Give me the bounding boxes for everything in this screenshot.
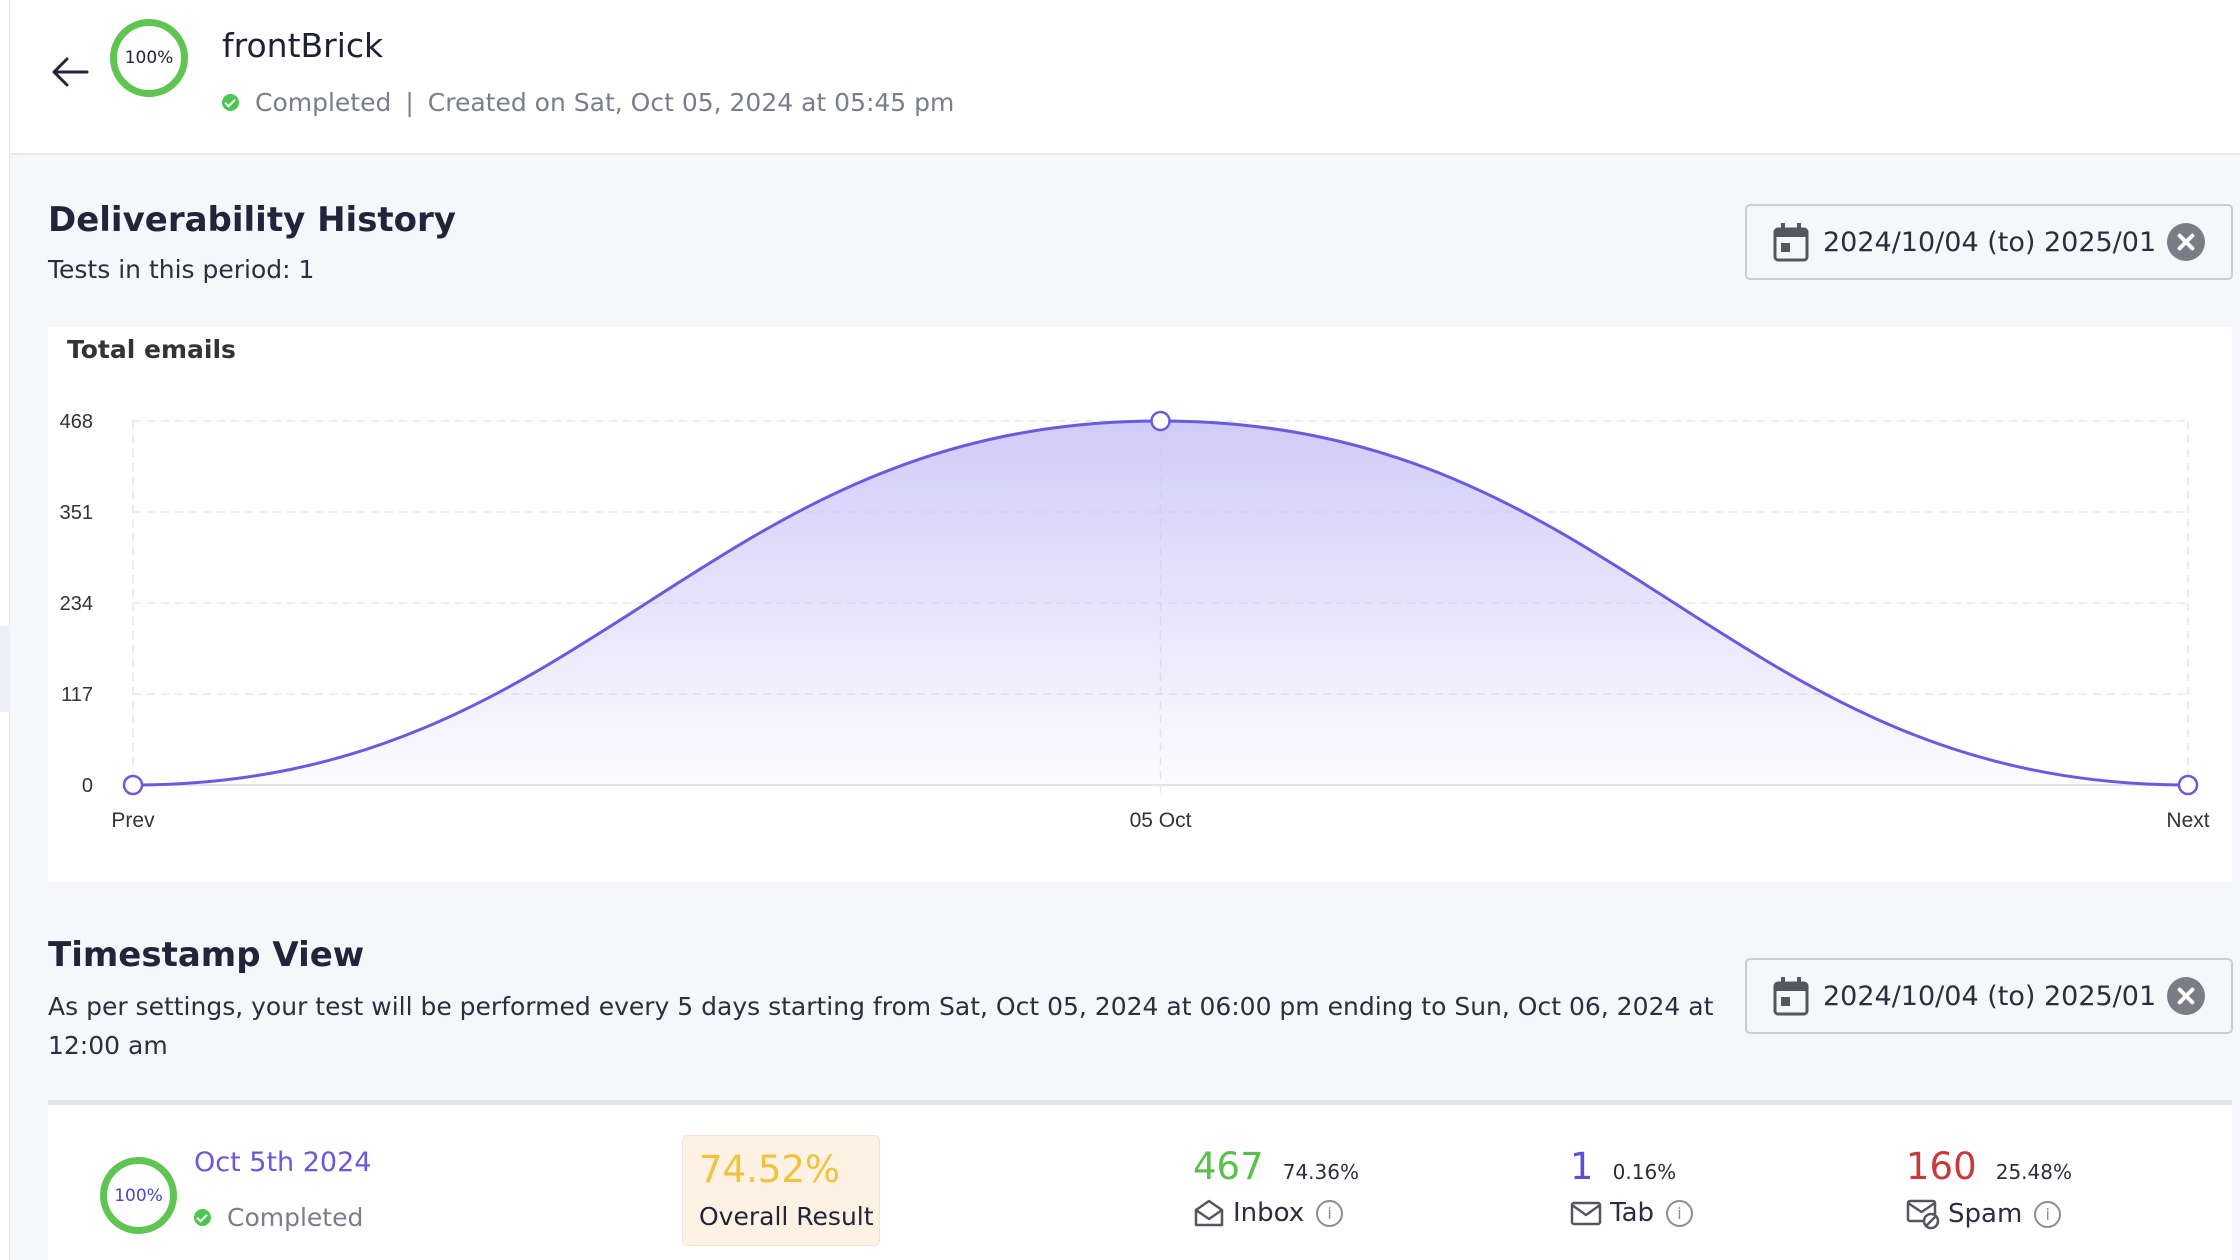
result-progress-label: 100%: [114, 1185, 163, 1206]
timestamp-description: As per settings, your test will be perfo…: [48, 992, 1714, 1060]
info-icon[interactable]: i: [2034, 1200, 2062, 1228]
area-chart: 0 117 234 351 468 Prev 05 Oct Next: [60, 410, 2210, 832]
envelope-icon: [1570, 1201, 1602, 1226]
result-status: Completed: [194, 1203, 363, 1232]
spam-envelope-icon: [1906, 1199, 1940, 1230]
y-tick-label: 117: [61, 684, 93, 706]
overall-label: Overall Result: [699, 1202, 874, 1231]
y-tick-label: 468: [60, 411, 93, 433]
y-tick-label: 234: [60, 593, 93, 615]
calendar-icon: [1773, 223, 1809, 262]
info-icon[interactable]: i: [1666, 1199, 1694, 1227]
history-date-text: 2024/10/04 (to) 2025/01/26: [1823, 226, 2155, 258]
rail-tab[interactable]: [0, 626, 10, 712]
progress-ring: 100%: [110, 19, 188, 97]
spam-label: Spam: [1948, 1199, 2023, 1229]
spam-stat: 160 25.48% Spam i: [1906, 1145, 2072, 1230]
meta-separator: |: [405, 88, 414, 117]
result-date[interactable]: Oct 5th 2024: [194, 1147, 371, 1178]
chart-title: Total emails: [67, 335, 236, 364]
data-point: [2177, 774, 2199, 796]
tab-count: 1: [1570, 1145, 1594, 1188]
result-status-text: Completed: [227, 1203, 364, 1232]
created-date: Created on Sat, Oct 05, 2024 at 05:45 pm: [427, 88, 955, 117]
inbox-label: Inbox: [1233, 1198, 1305, 1228]
history-heading: Deliverability History: [48, 200, 456, 240]
back-arrow-icon[interactable]: [47, 52, 93, 92]
result-card[interactable]: 100% Oct 5th 2024 Completed 74.52% Overa…: [48, 1100, 2232, 1260]
clear-date-icon[interactable]: [2167, 223, 2205, 261]
spam-count: 160: [1906, 1145, 1977, 1188]
tab-label: Tab: [1610, 1198, 1655, 1228]
tab-percent: 0.16%: [1612, 1160, 1677, 1184]
header-meta: Completed | Created on Sat, Oct 05, 2024…: [222, 88, 954, 117]
open-envelope-icon: [1194, 1199, 1224, 1227]
y-tick-label: 0: [82, 775, 93, 797]
overall-percent: 74.52%: [699, 1148, 841, 1191]
spam-percent: 25.48%: [1995, 1160, 2072, 1184]
timestamp-date-range[interactable]: 2024/10/04 (to) 2025/01/26: [1745, 958, 2233, 1034]
result-progress-ring: 100%: [100, 1157, 177, 1234]
page-title: frontBrick: [222, 26, 384, 65]
y-tick-label: 351: [60, 502, 93, 524]
x-tick-label: Next: [2166, 809, 2209, 832]
info-icon[interactable]: i: [1316, 1199, 1344, 1227]
tests-count: Tests in this period: 1: [48, 255, 315, 284]
check-circle-icon: [194, 1209, 211, 1226]
page-header: 100% frontBrick Completed | Created on S…: [11, 0, 2240, 155]
progress-label: 100%: [124, 48, 174, 68]
inbox-count: 467: [1193, 1145, 1264, 1188]
history-date-range[interactable]: 2024/10/04 (to) 2025/01/26: [1745, 204, 2233, 280]
timestamp-date-text: 2024/10/04 (to) 2025/01/26: [1823, 980, 2155, 1012]
data-point: [122, 774, 144, 796]
clear-date-icon[interactable]: [2167, 977, 2205, 1015]
timestamp-heading: Timestamp View: [48, 935, 365, 975]
check-circle-icon: [222, 94, 239, 111]
status-text: Completed: [255, 88, 392, 117]
x-tick-label: Prev: [111, 809, 155, 832]
inbox-percent: 74.36%: [1282, 1160, 1359, 1184]
data-point: [1150, 410, 1171, 432]
chart-card: Total emails 0 117 234 351 468 Prev 05 Oct Next: [48, 327, 2232, 882]
overall-result-badge: 74.52% Overall Result: [682, 1135, 880, 1246]
inbox-stat: 467 74.36% Inbox i: [1193, 1145, 1359, 1228]
tab-stat: 1 0.16% Tab i: [1570, 1145, 1694, 1228]
left-rail: [0, 0, 10, 1260]
x-tick-label: 05 Oct: [1130, 809, 1192, 832]
calendar-icon: [1773, 977, 1809, 1016]
